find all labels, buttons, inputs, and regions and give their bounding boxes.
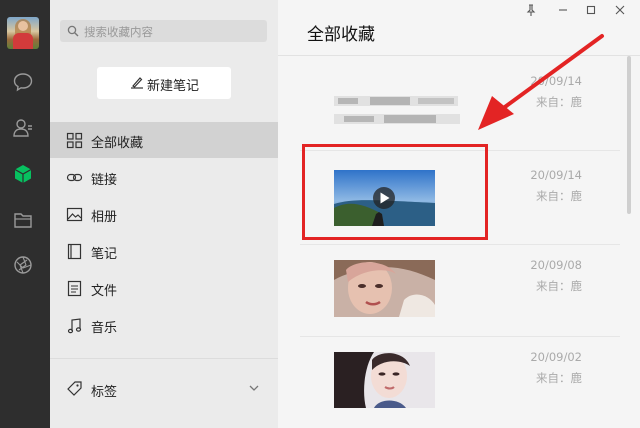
chat-icon[interactable] [12, 71, 34, 93]
link-icon [66, 173, 83, 182]
pen-icon [131, 77, 143, 89]
close-icon[interactable] [613, 3, 627, 17]
favorites-nav-pane: 搜索收藏内容 新建笔记 全部收藏 链接 相册 笔记 文件 音乐 标签 [50, 0, 278, 428]
pin-icon[interactable] [524, 3, 538, 17]
tags-label: 标签 [91, 385, 118, 400]
search-icon [67, 25, 79, 37]
blurred-text-preview [334, 96, 460, 124]
nav-item-notes[interactable]: 笔记 [50, 233, 278, 269]
nav-item-label: 笔记 [91, 247, 118, 262]
nav-item-music[interactable]: 音乐 [50, 307, 278, 343]
image-thumbnail[interactable] [334, 260, 435, 317]
side-rail [0, 0, 50, 428]
item-source: 来自：鹿 [536, 279, 582, 293]
file-icon [67, 280, 82, 297]
avatar[interactable] [7, 17, 39, 49]
nav-item-label: 音乐 [91, 321, 118, 336]
favorite-item-image[interactable]: 20/09/02 来自：鹿 [278, 336, 628, 428]
note-icon [67, 243, 82, 260]
minimize-icon[interactable] [556, 3, 570, 17]
grid-icon [66, 132, 83, 149]
item-date: 20/09/02 [530, 350, 582, 364]
new-note-label: 新建笔记 [147, 79, 200, 94]
nav-item-label: 全部收藏 [91, 136, 144, 151]
nav-item-files[interactable]: 文件 [50, 270, 278, 306]
music-icon [67, 318, 82, 334]
item-date: 20/09/08 [530, 258, 582, 272]
highlight-box [302, 144, 488, 240]
moments-icon[interactable] [12, 254, 34, 276]
page-title: 全部收藏 [307, 25, 375, 45]
favorite-item-image[interactable]: 20/09/08 来自：鹿 [278, 244, 628, 336]
folder-icon[interactable] [12, 209, 34, 231]
annotation-arrow [478, 34, 604, 130]
search-input[interactable]: 搜索收藏内容 [60, 20, 267, 42]
maximize-icon[interactable] [584, 3, 598, 17]
chevron-down-icon[interactable] [248, 383, 260, 393]
item-date: 20/09/14 [530, 168, 582, 182]
item-source: 来自：鹿 [536, 371, 582, 385]
nav-item-all-favorites[interactable]: 全部收藏 [50, 122, 278, 158]
item-source: 来自：鹿 [536, 189, 582, 203]
nav-item-photos[interactable]: 相册 [50, 196, 278, 232]
new-note-button[interactable]: 新建笔记 [97, 67, 231, 99]
nav-item-label: 相册 [91, 210, 118, 225]
favorites-cube-icon[interactable] [12, 163, 34, 185]
nav-item-links[interactable]: 链接 [50, 159, 278, 195]
tag-icon [67, 381, 82, 396]
contacts-icon[interactable] [12, 117, 34, 139]
search-placeholder: 搜索收藏内容 [84, 25, 153, 39]
image-thumbnail[interactable] [334, 352, 435, 408]
photo-icon [66, 207, 83, 222]
nav-item-label: 链接 [91, 173, 118, 188]
nav-item-label: 文件 [91, 284, 118, 299]
divider [50, 358, 278, 359]
tags-section[interactable]: 标签 [50, 372, 278, 406]
